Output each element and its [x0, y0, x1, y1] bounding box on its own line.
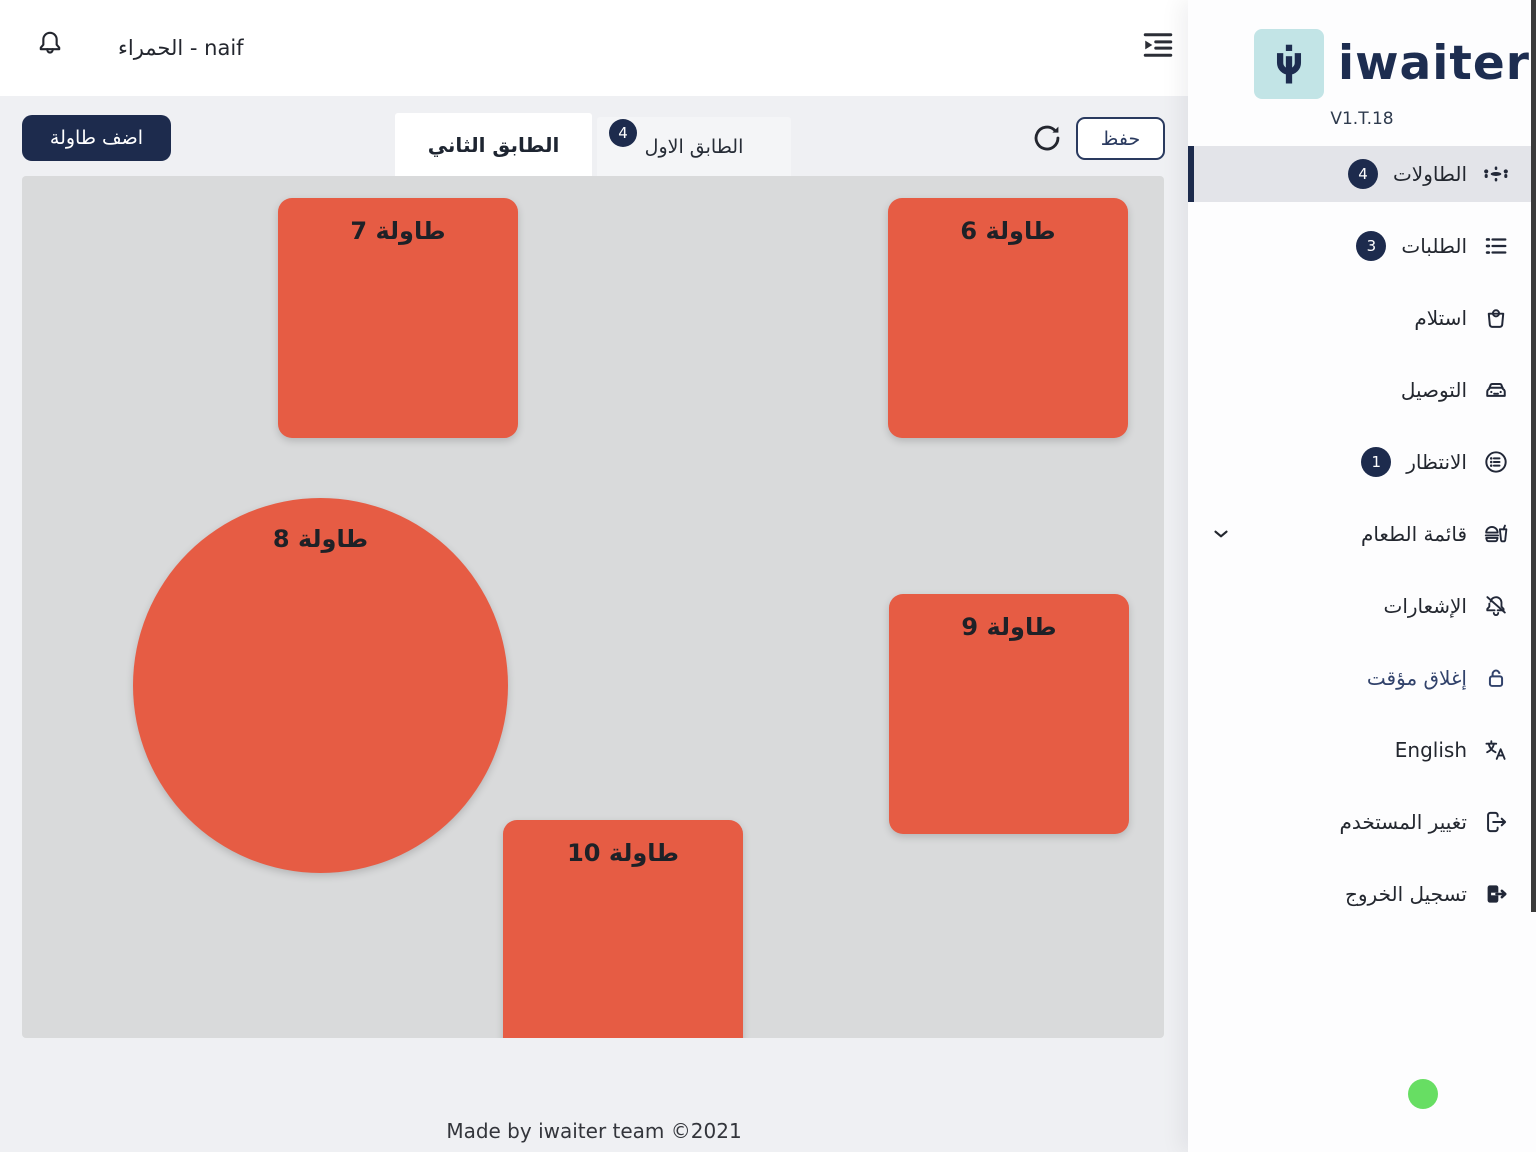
sidebar-item-label: الإشعارات: [1383, 594, 1467, 618]
sidebar-item-pickup[interactable]: استلام: [1188, 290, 1536, 346]
table-9-label: طاولة 9: [889, 594, 1129, 641]
pickup-bag-icon: [1482, 304, 1510, 332]
brand-wordmark: iwaiter: [1338, 33, 1530, 95]
table-6[interactable]: طاولة 6: [888, 198, 1128, 438]
sidebar-item-label: English: [1395, 738, 1467, 762]
table-7-label: طاولة 7: [278, 198, 518, 245]
sidebar-item-orders[interactable]: الطلبات 3: [1188, 218, 1536, 274]
orders-count-badge: 3: [1356, 231, 1386, 261]
sidebar-item-label: إغلاق مؤقت: [1367, 666, 1467, 690]
sidebar-item-temp-close[interactable]: إغلاق مؤقت: [1188, 650, 1536, 706]
sidebar-item-label: الانتظار: [1406, 450, 1467, 474]
floor-canvas: طاولة 7 طاولة 6 طاولة 8 طاولة 9 طاولة 10: [22, 176, 1164, 1038]
topbar: الحمراء - naif: [0, 0, 1188, 96]
sidebar-item-notifications[interactable]: الإشعارات: [1188, 578, 1536, 634]
logout-icon: [1482, 880, 1510, 908]
sidebar-item-language[interactable]: English: [1188, 722, 1536, 778]
sidebar-item-label: استلام: [1414, 306, 1467, 330]
sidebar-item-delivery[interactable]: التوصيل: [1188, 362, 1536, 418]
notifications-bell-icon[interactable]: [33, 27, 67, 61]
sidebar-item-label: تغيير المستخدم: [1339, 810, 1467, 834]
tab-floor-first[interactable]: الطابق الاول 4: [597, 117, 791, 176]
sidebar: iwaiter V1.T.18 الطاولات 4: [1188, 0, 1536, 1152]
tables-icon: [1482, 160, 1510, 188]
sidebar-item-label: التوصيل: [1401, 378, 1467, 402]
tab-floor-first-label: الطابق الاول: [645, 136, 744, 158]
table-6-label: طاولة 6: [888, 198, 1128, 245]
online-status-dot: [1408, 1079, 1438, 1109]
orders-list-icon: [1482, 232, 1510, 260]
sidebar-item-waiting[interactable]: الانتظار 1: [1188, 434, 1536, 490]
food-menu-icon: [1482, 520, 1510, 548]
sidebar-item-switch-user[interactable]: تغيير المستخدم: [1188, 794, 1536, 850]
switch-user-icon: [1482, 808, 1510, 836]
save-button[interactable]: حفظ: [1076, 117, 1165, 160]
sidebar-item-logout[interactable]: تسجيل الخروج: [1188, 866, 1536, 922]
sidebar-collapse-icon[interactable]: [1140, 27, 1176, 63]
sidebar-item-label: الطلبات: [1401, 234, 1467, 258]
footer-credit: Made by iwaiter team ©2021: [0, 1119, 1188, 1143]
chevron-down-icon: [1210, 523, 1232, 545]
table-8[interactable]: طاولة 8: [133, 498, 508, 873]
table-10-label: طاولة 10: [503, 820, 743, 867]
iwaiter-logo-icon: [1254, 29, 1324, 99]
page-title: الحمراء - naif: [118, 0, 244, 96]
delivery-car-icon: [1482, 376, 1510, 404]
temp-close-lock-icon: [1482, 664, 1510, 692]
table-8-label: طاولة 8: [133, 498, 508, 553]
app-screen: الحمراء - naif اضف طاولة الطابق الثاني ا…: [0, 0, 1536, 1152]
sidebar-item-tables[interactable]: الطاولات 4: [1188, 146, 1536, 202]
table-9[interactable]: طاولة 9: [889, 594, 1129, 834]
sidebar-item-label: الطاولات: [1393, 162, 1467, 186]
add-table-button[interactable]: اضف طاولة: [22, 115, 171, 161]
language-icon: [1482, 736, 1510, 764]
tab-floor-first-badge: 4: [609, 119, 637, 147]
notifications-off-icon: [1482, 592, 1510, 620]
tables-count-badge: 4: [1348, 159, 1378, 189]
table-10[interactable]: طاولة 10: [503, 820, 743, 1038]
tab-floor-second[interactable]: الطابق الثاني: [395, 113, 592, 176]
refresh-icon[interactable]: [1029, 120, 1065, 156]
sidebar-item-label: تسجيل الخروج: [1345, 882, 1467, 906]
waiting-list-icon: [1482, 448, 1510, 476]
sidebar-item-label: قائمة الطعام: [1361, 522, 1467, 546]
scrollbar[interactable]: [1531, 0, 1536, 912]
sidebar-item-food-menu[interactable]: قائمة الطعام: [1188, 506, 1536, 562]
app-version: V1.T.18: [1188, 109, 1536, 129]
table-7[interactable]: طاولة 7: [278, 198, 518, 438]
waiting-count-badge: 1: [1361, 447, 1391, 477]
